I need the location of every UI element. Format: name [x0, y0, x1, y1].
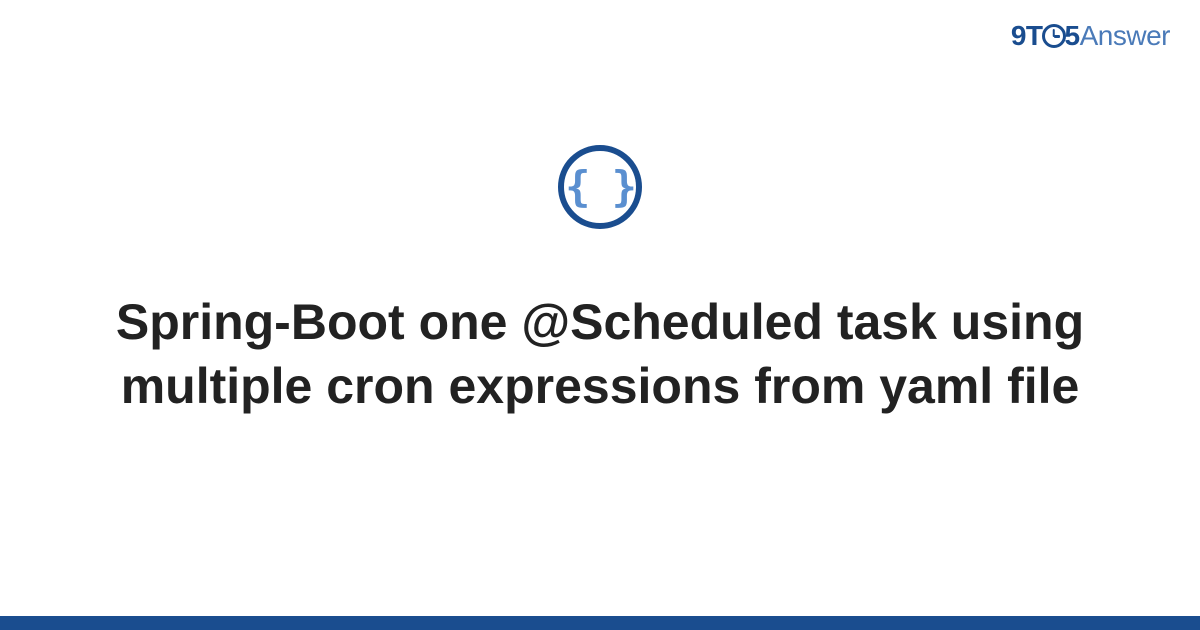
clock-icon [1042, 24, 1066, 48]
brand-text-9t: 9T [1011, 20, 1043, 51]
page-title: Spring-Boot one @Scheduled task using mu… [50, 290, 1150, 418]
brand-text-5: 5 [1065, 20, 1080, 51]
code-braces-icon: { } [558, 145, 642, 229]
brand-text-answer: Answer [1080, 20, 1170, 51]
footer-accent-bar [0, 616, 1200, 630]
site-brand-logo[interactable]: 9T 5Answer [1011, 20, 1170, 52]
braces-glyph: { } [565, 166, 635, 208]
